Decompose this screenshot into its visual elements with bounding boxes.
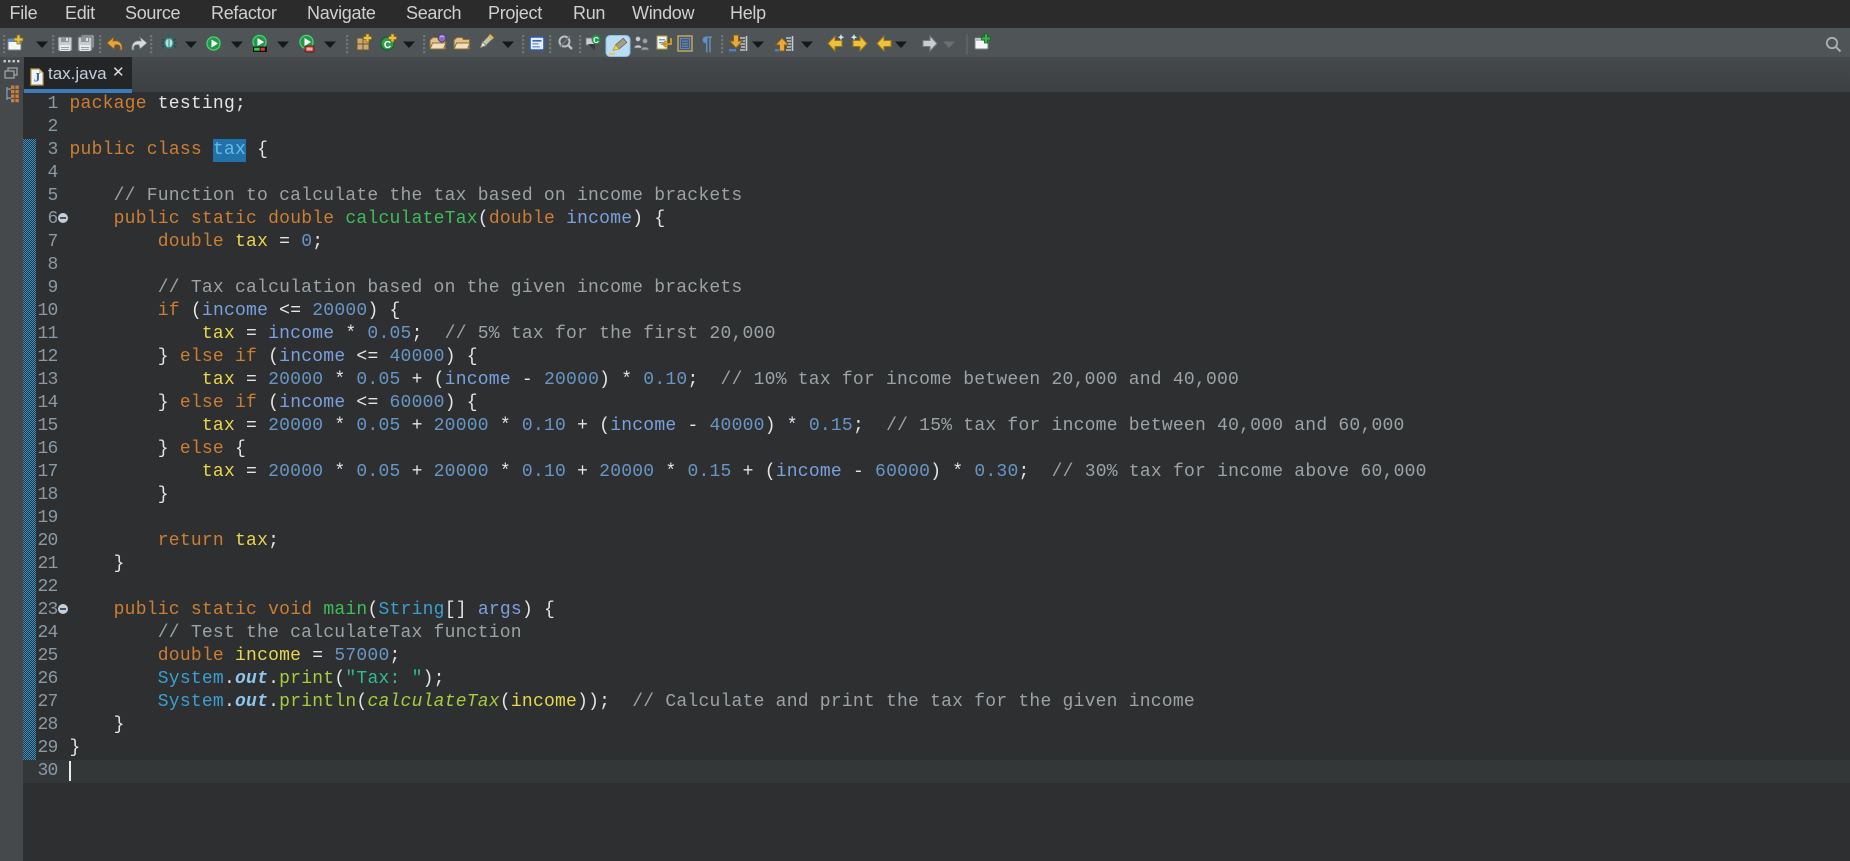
svg-text:J: J (34, 70, 41, 85)
svg-text:C: C (593, 36, 599, 45)
svg-text:C: C (384, 40, 391, 51)
svg-text:¶: ¶ (702, 34, 713, 55)
